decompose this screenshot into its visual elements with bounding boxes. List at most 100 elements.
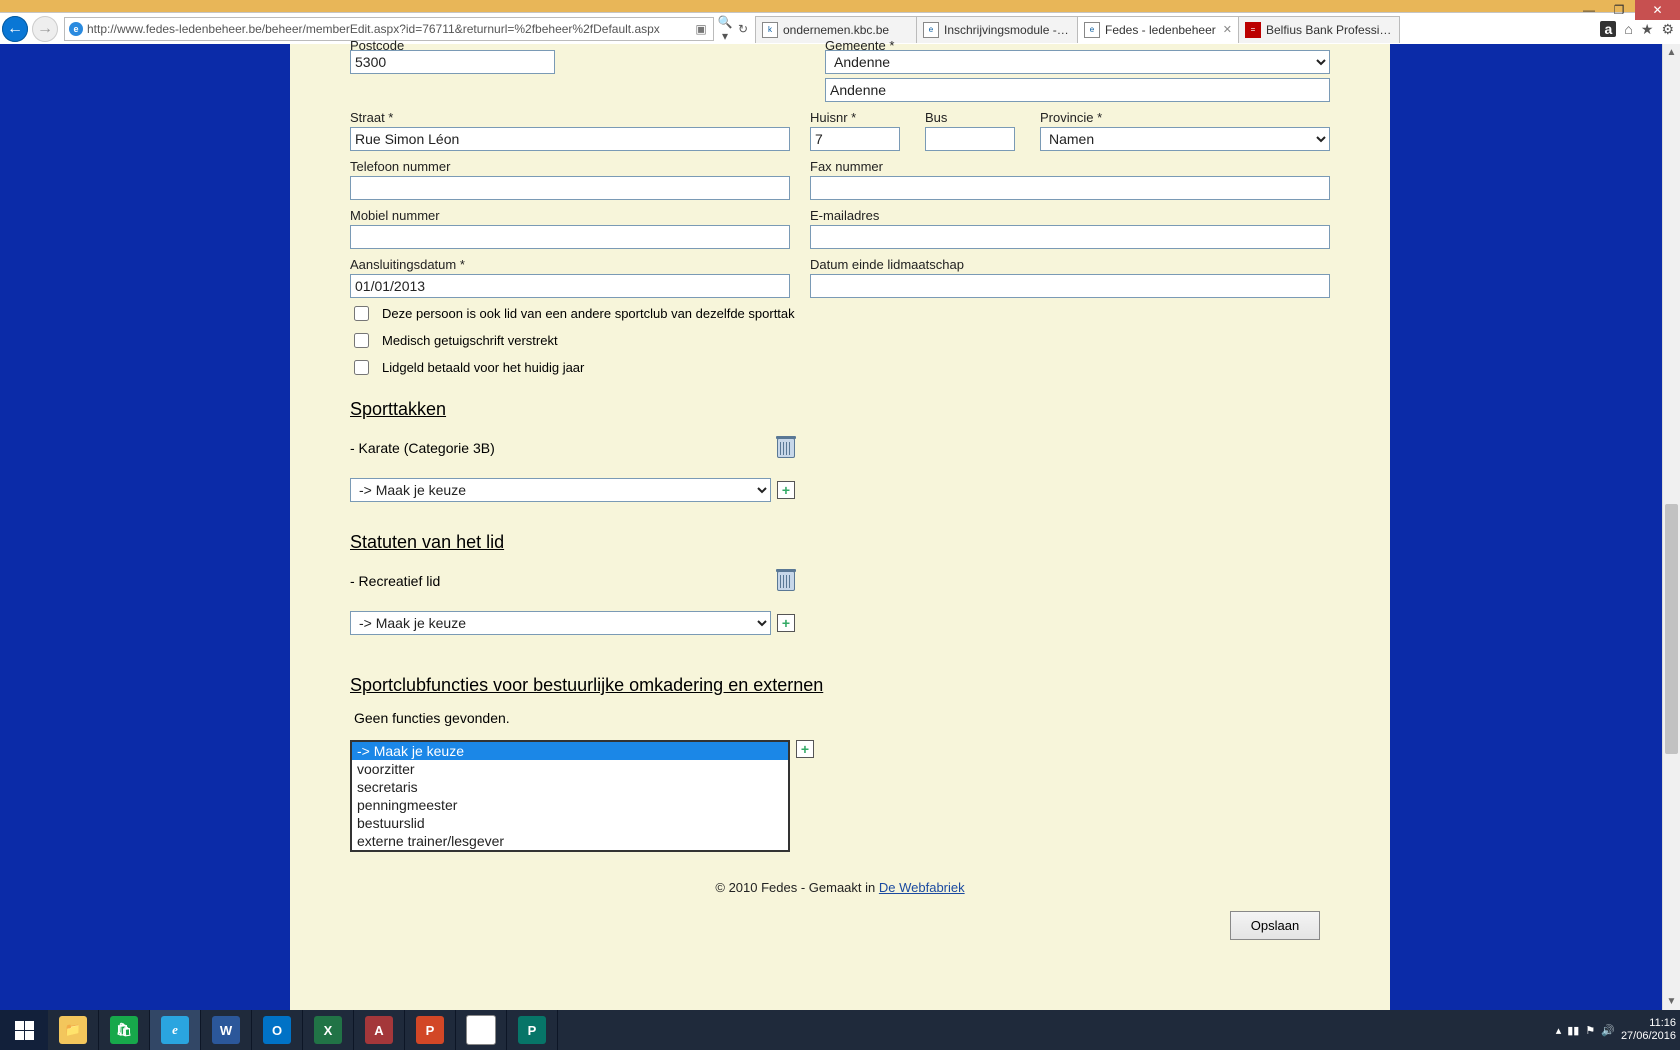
tray-network-icon[interactable]: ▮▮ (1567, 1024, 1579, 1037)
tray-flag-icon[interactable]: ⚑ (1585, 1024, 1595, 1037)
straat-label: Straat * (350, 104, 790, 127)
gemeente-label: Gemeente * (825, 38, 1330, 50)
aansluit-input[interactable] (350, 274, 790, 298)
tray-date: 27/06/2016 (1621, 1030, 1676, 1043)
tab-favicon-icon: k (762, 22, 778, 38)
bus-input[interactable] (925, 127, 1015, 151)
einde-input[interactable] (810, 274, 1330, 298)
gemeente-input[interactable] (825, 78, 1330, 102)
tab-label: Belfius Bank Professioneel... (1266, 23, 1393, 37)
scroll-up-icon[interactable]: ▲ (1663, 44, 1680, 61)
window-close-button[interactable]: ✕ (1635, 0, 1680, 20)
statuut-select[interactable]: -> Maak je keuze (350, 611, 771, 635)
checkbox-input[interactable] (354, 333, 369, 348)
checkbox-input[interactable] (354, 306, 369, 321)
window-titlebar: — ❐ ✕ (0, 0, 1680, 12)
taskbar-chrome[interactable]: ◉ (456, 1010, 507, 1050)
windows-logo-icon (15, 1021, 34, 1040)
tray-time: 11:16 (1621, 1017, 1676, 1030)
fax-input[interactable] (810, 176, 1330, 200)
statuten-heading: Statuten van het lid (350, 532, 1330, 553)
functies-listbox[interactable]: -> Maak je keuze voorzitter secretaris p… (350, 740, 790, 852)
system-tray[interactable]: ▴ ▮▮ ⚑ 🔊 11:16 27/06/2016 (1556, 1017, 1680, 1043)
vertical-scrollbar[interactable]: ▲ ▼ (1662, 44, 1680, 1010)
tab-label: Fedes - ledenbeheer (1105, 23, 1219, 37)
provincie-select[interactable]: Namen (1040, 127, 1330, 151)
amazon-extension-icon[interactable]: a (1600, 21, 1616, 37)
tray-show-hidden-icon[interactable]: ▴ (1556, 1024, 1562, 1037)
compat-view-icon[interactable]: ▣ (693, 22, 709, 36)
einde-label: Datum einde lidmaatschap (810, 251, 1330, 274)
tray-clock[interactable]: 11:16 27/06/2016 (1621, 1017, 1676, 1043)
site-favicon-icon: e (69, 22, 83, 36)
tools-icon[interactable]: ⚙ (1661, 21, 1674, 38)
search-dropdown-icon[interactable]: 🔍▾ (716, 15, 734, 43)
provincie-label: Provincie * (1040, 104, 1330, 127)
save-button[interactable]: Opslaan (1230, 911, 1320, 940)
checkbox-label: Deze persoon is ook lid van een andere s… (382, 306, 795, 321)
tab-favicon-icon: e (1084, 22, 1100, 38)
taskbar-publisher[interactable]: P (507, 1010, 558, 1050)
window-minimize-button[interactable]: — (1575, 0, 1603, 20)
delete-sporttak-icon[interactable] (777, 438, 795, 458)
page-footer: © 2010 Fedes - Gemaakt in De Webfabriek (350, 852, 1330, 895)
browser-side-buttons: a ⌂ ★ ⚙ (1600, 21, 1674, 38)
functie-option[interactable]: bestuurslid (352, 814, 788, 832)
form-panel: Postcode Gemeente * Andenne Straat * (290, 44, 1390, 1010)
nav-back-button[interactable]: ← (2, 16, 28, 42)
taskbar-word[interactable]: W (201, 1010, 252, 1050)
tab-favicon-icon: = (1245, 22, 1261, 38)
window-maximize-button[interactable]: ❐ (1605, 0, 1633, 20)
telefoon-label: Telefoon nummer (350, 153, 790, 176)
scroll-down-icon[interactable]: ▼ (1663, 993, 1680, 1010)
huisnr-input[interactable] (810, 127, 900, 151)
scroll-thumb[interactable] (1665, 504, 1678, 754)
tray-volume-icon[interactable]: 🔊 (1601, 1024, 1615, 1037)
checkbox-label: Lidgeld betaald voor het huidig jaar (382, 360, 584, 375)
sporttakken-heading: Sporttakken (350, 399, 1330, 420)
sporttak-select[interactable]: -> Maak je keuze (350, 478, 771, 502)
checkbox-andere-club[interactable]: Deze persoon is ook lid van een andere s… (350, 300, 1330, 327)
start-button[interactable] (0, 1010, 48, 1050)
taskbar-excel[interactable]: X (303, 1010, 354, 1050)
postcode-input[interactable] (350, 50, 555, 74)
home-icon[interactable]: ⌂ (1624, 21, 1632, 37)
add-functie-icon[interactable]: + (796, 740, 814, 758)
gemeente-select[interactable]: Andenne (825, 50, 1330, 74)
tab-close-icon[interactable]: ✕ (1223, 23, 1232, 36)
checkbox-input[interactable] (354, 360, 369, 375)
add-statuut-icon[interactable]: + (777, 614, 795, 632)
footer-link[interactable]: De Webfabriek (879, 880, 965, 895)
taskbar-powerpoint[interactable]: P (405, 1010, 456, 1050)
taskbar-outlook[interactable]: O (252, 1010, 303, 1050)
functie-option[interactable]: secretaris (352, 778, 788, 796)
mobiel-input[interactable] (350, 225, 790, 249)
email-input[interactable] (810, 225, 1330, 249)
checkbox-medisch[interactable]: Medisch getuigschrift verstrekt (350, 327, 1330, 354)
nav-forward-button[interactable]: → (32, 16, 58, 42)
add-sporttak-icon[interactable]: + (777, 481, 795, 499)
functie-option[interactable]: voorzitter (352, 760, 788, 778)
delete-statuut-icon[interactable] (777, 571, 795, 591)
taskbar-store[interactable]: 🛍 (99, 1010, 150, 1050)
url-text: http://www.fedes-ledenbeheer.be/beheer/m… (87, 22, 693, 36)
footer-text: © 2010 Fedes - Gemaakt in (715, 880, 879, 895)
mobiel-label: Mobiel nummer (350, 202, 790, 225)
statuut-item: - Recreatief lid (350, 573, 440, 589)
taskbar-access[interactable]: A (354, 1010, 405, 1050)
checkbox-lidgeld[interactable]: Lidgeld betaald voor het huidig jaar (350, 354, 1330, 381)
email-label: E-mailadres (810, 202, 1330, 225)
tab-label: ondernemen.kbc.be (783, 23, 910, 37)
functie-option[interactable]: -> Maak je keuze (352, 742, 788, 760)
straat-input[interactable] (350, 127, 790, 151)
functie-option[interactable]: externe trainer/lesgever (352, 832, 788, 850)
bus-label: Bus (925, 104, 1020, 127)
telefoon-input[interactable] (350, 176, 790, 200)
functie-option[interactable]: penningmeester (352, 796, 788, 814)
postcode-label: Postcode (350, 38, 555, 50)
taskbar-ie[interactable]: e (150, 1010, 201, 1050)
refresh-icon[interactable]: ↻ (734, 22, 752, 36)
taskbar: 📁 🛍 e W O X A P ◉ P ▴ ▮▮ ⚑ 🔊 11:16 27/06… (0, 1010, 1680, 1050)
taskbar-explorer[interactable]: 📁 (48, 1010, 99, 1050)
favorites-icon[interactable]: ★ (1641, 21, 1654, 38)
